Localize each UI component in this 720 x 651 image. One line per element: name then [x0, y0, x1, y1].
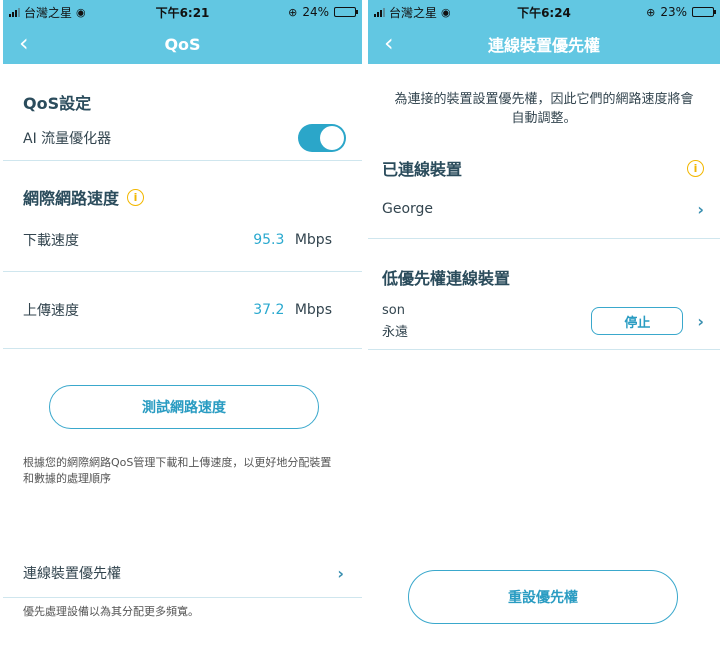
upload-speed-value: 37.2	[253, 302, 285, 318]
device-priority-label: 連線裝置優先權	[23, 566, 121, 582]
page-title: 連線裝置優先權	[487, 36, 600, 55]
connected-devices-title: 已連線裝置	[382, 160, 463, 179]
upload-speed-unit: Mbps	[294, 302, 332, 318]
device-name: son	[382, 302, 405, 318]
speed-section-header: 網際網路速度 i	[3, 185, 362, 209]
page-title: QoS	[164, 34, 201, 54]
info-icon[interactable]: i	[127, 188, 145, 206]
signal-icon	[9, 7, 20, 17]
download-speed-row: 下載速度 95.3 Mbps	[3, 209, 362, 271]
qos-screen: 台灣之星 ◉ 下午6:21 ⊕ 24% ‹ QoS QoS設定 AI 流量優化器…	[3, 0, 362, 651]
chevron-right-icon: ›	[697, 199, 704, 219]
ai-optimizer-label: AI 流量優化器	[23, 131, 112, 147]
wifi-icon: ◉	[76, 5, 86, 19]
status-bar: 台灣之星 ◉ 下午6:21 ⊕ 24%	[3, 0, 362, 24]
battery-percent: 24%	[302, 5, 329, 19]
nav-bar: ‹ 連線裝置優先權	[368, 24, 720, 64]
priority-note: 優先處理設備以為其分配更多頻寬。	[23, 605, 199, 618]
intro-text: 為連接的裝置設置優先權，因此它們的網路速度將會自動調整。	[394, 92, 694, 126]
upload-speed-row: 上傳速度 37.2 Mbps	[3, 272, 362, 348]
download-speed-value: 95.3	[253, 232, 285, 248]
device-name: George	[382, 201, 434, 217]
connected-header: 已連線裝置 i	[368, 156, 720, 180]
back-button[interactable]: ‹	[384, 30, 394, 56]
download-speed-unit: Mbps	[294, 232, 332, 248]
wifi-icon: ◉	[441, 5, 451, 19]
status-bar: 台灣之星 ◉ 下午6:24 ⊕ 23%	[368, 0, 720, 24]
test-speed-button[interactable]: 測試網路速度	[49, 385, 319, 429]
info-icon[interactable]: i	[687, 159, 704, 177]
back-button[interactable]: ‹	[19, 30, 29, 56]
reset-priority-button[interactable]: 重設優先權	[408, 570, 678, 624]
device-priority-screen: 台灣之星 ◉ 下午6:24 ⊕ 23% ‹ 連線裝置優先權 為連接的裝置設置優先…	[368, 0, 720, 651]
qos-description: 根據您的網際網路QoS管理下載和上傳速度，以更好地分配裝置和數據的處理順序	[23, 456, 332, 485]
upload-speed-label: 上傳速度	[23, 303, 79, 319]
low-priority-title: 低優先權連線裝置	[382, 269, 511, 288]
signal-icon	[374, 7, 385, 17]
battery-icon	[692, 7, 716, 17]
internet-speed-title: 網際網路速度	[23, 189, 120, 208]
nav-bar: ‹ QoS	[3, 24, 362, 64]
device-duration: 永遠	[382, 324, 409, 340]
stop-button[interactable]: 停止	[591, 307, 684, 335]
carrier-name: 台灣之星	[389, 5, 438, 20]
battery-icon	[334, 7, 358, 17]
ai-optimizer-toggle[interactable]	[298, 124, 346, 152]
carrier-name: 台灣之星	[24, 5, 73, 20]
list-item[interactable]: George ›	[368, 180, 720, 238]
rotation-lock-icon: ⊕	[646, 5, 656, 19]
chevron-right-icon: ›	[697, 311, 704, 331]
divider	[368, 349, 720, 350]
battery-percent: 23%	[660, 5, 687, 19]
device-priority-item[interactable]: 連線裝置優先權 ›	[3, 549, 362, 597]
toggle-knob	[320, 126, 344, 150]
download-speed-label: 下載速度	[23, 233, 79, 249]
rotation-lock-icon: ⊕	[288, 5, 298, 19]
qos-settings-title: QoS設定	[23, 94, 92, 113]
ai-optimizer-row: AI 流量優化器	[3, 114, 362, 152]
chevron-right-icon: ›	[337, 563, 344, 583]
list-item[interactable]: son 永遠 停止 ›	[368, 299, 720, 343]
